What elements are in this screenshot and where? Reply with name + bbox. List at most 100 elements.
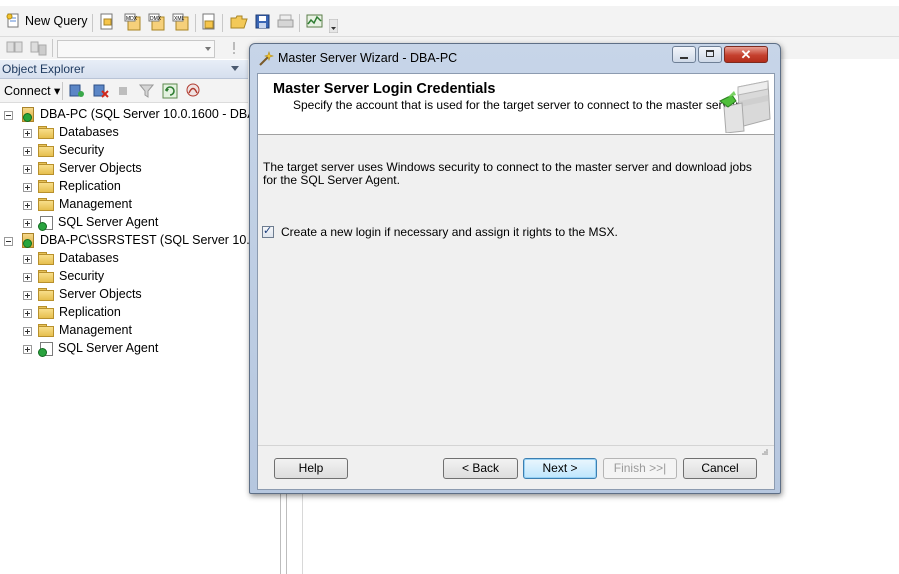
xmla-query-icon[interactable]: XML xyxy=(172,13,190,31)
svg-text:DMX: DMX xyxy=(150,16,162,22)
collapse-toggle[interactable] xyxy=(4,237,13,246)
new-file-icon[interactable] xyxy=(98,13,116,31)
next-button[interactable]: Next > xyxy=(523,458,597,479)
sql-ce-query-icon[interactable] xyxy=(200,13,218,31)
tree-node-security[interactable]: Security xyxy=(38,141,104,159)
toolbar-separator xyxy=(222,14,223,32)
object-explorer-header: Object Explorer xyxy=(0,60,248,79)
close-icon: ✕ xyxy=(740,47,752,62)
folder-icon xyxy=(38,144,54,157)
expand-toggle[interactable] xyxy=(23,309,32,318)
stop-icon[interactable] xyxy=(118,86,128,96)
print-icon[interactable] xyxy=(277,13,295,31)
expand-toggle[interactable] xyxy=(23,291,32,300)
tree-node-label: SQL Server Agent xyxy=(58,215,159,229)
splitter[interactable] xyxy=(280,494,281,574)
folder-icon xyxy=(38,162,54,175)
tree-node-label: Server Objects xyxy=(59,161,142,175)
expand-toggle[interactable] xyxy=(23,219,32,228)
refresh-icon[interactable] xyxy=(162,83,178,99)
close-button[interactable]: ✕ xyxy=(724,46,768,63)
tree-node-label: SQL Server Agent xyxy=(58,341,159,355)
page-subtitle: Specify the account that is used for the… xyxy=(293,98,742,112)
object-explorer-title: Object Explorer xyxy=(2,62,85,76)
finish-button: Finish >>| xyxy=(603,458,677,479)
expand-toggle[interactable] xyxy=(23,147,32,156)
expand-toggle[interactable] xyxy=(23,327,32,336)
wizard-header-banner: Master Server Login Credentials Specify … xyxy=(258,74,774,135)
toolbar-separator xyxy=(299,14,300,32)
tree-node-databases[interactable]: Databases xyxy=(38,249,119,267)
connect-dropdown[interactable]: Connect ▾ xyxy=(4,83,60,98)
tree-node-replication[interactable]: Replication xyxy=(38,177,121,195)
tree-node-databases[interactable]: Databases xyxy=(38,123,119,141)
change-connection-icon[interactable] xyxy=(30,39,48,57)
back-button[interactable]: < Back xyxy=(443,458,518,479)
mdx-query-icon[interactable]: MDX xyxy=(124,13,142,31)
create-login-checkbox-row[interactable]: Create a new login if necessary and assi… xyxy=(262,224,618,239)
resize-grip-icon[interactable] xyxy=(762,449,768,455)
collapse-toggle[interactable] xyxy=(4,111,13,120)
object-explorer-toolbar: Connect ▾ xyxy=(0,79,248,103)
document-area-border xyxy=(302,494,303,574)
sql-agent-icon xyxy=(38,341,54,357)
create-login-checkbox-label[interactable]: Create a new login if necessary and assi… xyxy=(281,225,618,239)
tree-node-sql-server-agent[interactable]: SQL Server Agent xyxy=(38,339,158,357)
tree-node-management[interactable]: Management xyxy=(38,321,132,339)
server-icon xyxy=(21,107,35,122)
toolbar-separator xyxy=(52,39,53,57)
database-selector[interactable] xyxy=(57,40,215,58)
execute-icon[interactable] xyxy=(230,41,238,55)
open-folder-icon[interactable] xyxy=(230,13,248,31)
dmx-query-icon[interactable]: DMX xyxy=(148,13,166,31)
folder-icon xyxy=(38,306,54,319)
expand-toggle[interactable] xyxy=(23,255,32,264)
toolbar-separator xyxy=(92,14,93,32)
expand-toggle[interactable] xyxy=(23,183,32,192)
main-toolbar: New Query MDX DMX XML xyxy=(0,6,899,37)
tree-node-label: Server Objects xyxy=(59,287,142,301)
folder-icon xyxy=(38,126,54,139)
tree-node-server-objects[interactable]: Server Objects xyxy=(38,159,142,177)
tree-node-label: Replication xyxy=(59,305,121,319)
expand-toggle[interactable] xyxy=(23,345,32,354)
folder-icon xyxy=(38,180,54,193)
tree-node-server[interactable]: DBA-PC\SSRSTEST (SQL Server 10.0.1600 xyxy=(21,231,288,249)
splitter xyxy=(286,494,287,574)
connect-query-icon[interactable] xyxy=(6,39,24,57)
activity-monitor-icon[interactable] xyxy=(185,82,202,99)
expand-toggle[interactable] xyxy=(23,165,32,174)
svg-text:XML: XML xyxy=(174,16,185,22)
pin-dropdown-icon[interactable] xyxy=(231,66,239,72)
tree-node-server-objects[interactable]: Server Objects xyxy=(38,285,142,303)
dialog-client-area: Master Server Login Credentials Specify … xyxy=(257,73,775,490)
toolbar-separator xyxy=(195,14,196,32)
toolbar-separator xyxy=(62,82,63,100)
new-query-button[interactable]: New Query xyxy=(6,13,88,29)
filter-icon[interactable] xyxy=(139,83,154,98)
create-login-checkbox[interactable] xyxy=(262,224,274,238)
chevron-down-icon xyxy=(205,47,211,51)
minimize-button[interactable] xyxy=(672,46,696,63)
tree-node-label: Databases xyxy=(59,251,119,265)
save-icon[interactable] xyxy=(254,13,272,31)
expand-toggle[interactable] xyxy=(23,129,32,138)
expand-toggle[interactable] xyxy=(23,273,32,282)
expand-toggle[interactable] xyxy=(23,201,32,210)
toolbar-overflow-icon[interactable] xyxy=(329,19,338,33)
tree-node-server[interactable]: DBA-PC (SQL Server 10.0.1600 - DBA-PC xyxy=(21,105,277,123)
tree-node-management[interactable]: Management xyxy=(38,195,132,213)
svg-text:MDX: MDX xyxy=(126,16,138,22)
help-button[interactable]: Help xyxy=(274,458,348,479)
activity-monitor-icon[interactable] xyxy=(306,13,324,31)
tree-node-sql-server-agent[interactable]: SQL Server Agent xyxy=(38,213,158,231)
tree-node-security[interactable]: Security xyxy=(38,267,104,285)
tree-node-label: Security xyxy=(59,269,105,283)
maximize-button[interactable] xyxy=(698,46,722,63)
tree-node-replication[interactable]: Replication xyxy=(38,303,121,321)
disconnect-icon[interactable] xyxy=(92,82,109,99)
cancel-button[interactable]: Cancel xyxy=(683,458,757,479)
server-banner-icon xyxy=(719,80,771,133)
tree-node-label: DBA-PC (SQL Server 10.0.1600 - DBA-PC xyxy=(40,107,278,121)
connect-server-icon[interactable] xyxy=(68,82,85,99)
